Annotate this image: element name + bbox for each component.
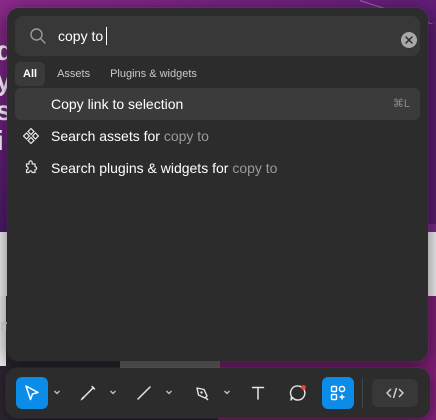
shortcut-hint: ⌘L bbox=[392, 98, 410, 110]
cursor-icon bbox=[25, 385, 39, 401]
tab-assets[interactable]: Assets bbox=[49, 62, 98, 86]
filter-tabs: All Assets Plugins & widgets bbox=[15, 60, 205, 88]
dev-mode-toggle[interactable] bbox=[372, 379, 418, 407]
results-list: Copy link to selection ⌘L Search assets … bbox=[15, 88, 420, 184]
result-search-plugins[interactable]: Search plugins & widgets for copy to bbox=[15, 152, 420, 184]
comment-icon bbox=[289, 385, 306, 401]
chevron-down-icon[interactable] bbox=[222, 387, 232, 397]
code-icon bbox=[386, 387, 404, 399]
line-icon bbox=[137, 386, 151, 400]
result-label: Copy link to selection bbox=[51, 96, 184, 112]
line-tool-button[interactable] bbox=[128, 377, 160, 409]
assets-icon bbox=[23, 128, 39, 144]
result-query: copy to bbox=[232, 160, 278, 176]
search-input[interactable]: copy to bbox=[58, 16, 108, 56]
search-icon bbox=[30, 28, 46, 44]
quick-actions-palette: copy to All Assets Plugins & widgets Cop… bbox=[7, 8, 428, 361]
canvas-decor-panel bbox=[428, 24, 436, 224]
result-query: copy to bbox=[163, 128, 209, 144]
search-query: copy to bbox=[58, 28, 104, 44]
pen-icon bbox=[196, 387, 209, 401]
brush-icon bbox=[80, 385, 96, 401]
result-prefix: Search assets for bbox=[51, 128, 164, 144]
text-tool-button[interactable] bbox=[242, 377, 274, 409]
text-caret bbox=[106, 27, 108, 45]
chevron-down-icon[interactable] bbox=[164, 387, 174, 397]
result-prefix: Search plugins & widgets for bbox=[51, 160, 233, 176]
tab-plugins-widgets[interactable]: Plugins & widgets bbox=[102, 62, 205, 86]
tab-all[interactable]: All bbox=[15, 62, 46, 86]
actions-tool-button[interactable] bbox=[322, 377, 354, 409]
move-tool-button[interactable] bbox=[16, 377, 48, 409]
draw-tool-button[interactable] bbox=[72, 377, 104, 409]
actions-icon bbox=[330, 385, 346, 401]
result-copy-link[interactable]: Copy link to selection ⌘L bbox=[15, 88, 420, 120]
chevron-down-icon[interactable] bbox=[52, 387, 62, 397]
result-label: Search assets for copy to bbox=[51, 120, 209, 152]
plugin-icon bbox=[25, 160, 38, 174]
comment-tool-button[interactable] bbox=[282, 377, 314, 409]
close-icon bbox=[405, 36, 413, 44]
result-label: Search plugins & widgets for copy to bbox=[51, 152, 277, 184]
result-search-assets[interactable]: Search assets for copy to bbox=[15, 120, 420, 152]
toolbar-divider bbox=[362, 378, 363, 408]
chevron-down-icon[interactable] bbox=[108, 387, 118, 397]
pen-tool-button[interactable] bbox=[186, 377, 218, 409]
search-bar[interactable]: copy to bbox=[15, 16, 420, 56]
bottom-toolbar bbox=[6, 368, 430, 418]
clear-search-button[interactable] bbox=[401, 32, 417, 48]
text-icon bbox=[251, 386, 265, 400]
